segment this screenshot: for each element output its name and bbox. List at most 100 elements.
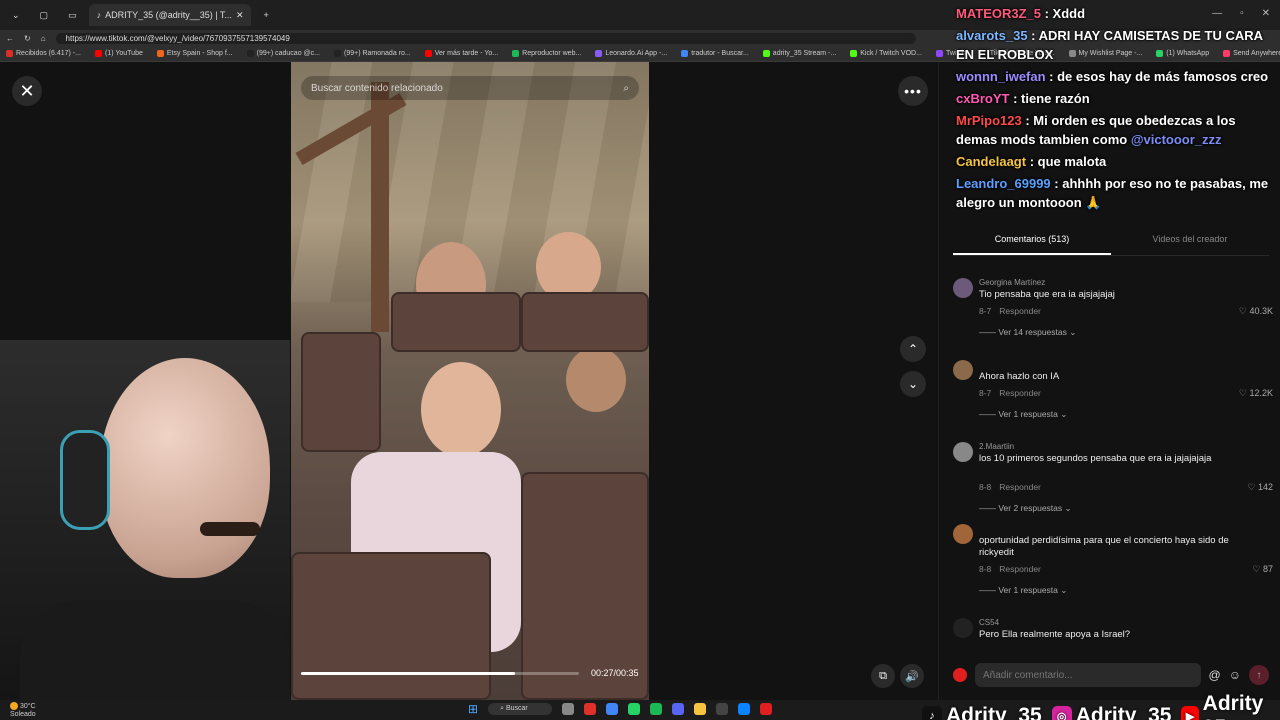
task-view-icon[interactable]	[561, 703, 574, 715]
whatsapp-icon[interactable]	[627, 703, 640, 715]
view-replies-button[interactable]: —— Ver 14 respuestas ⌄	[979, 327, 1076, 338]
chat-message: Candelaagt : que malota	[956, 152, 1278, 171]
bookmark-item[interactable]: Recibidos (6.417) -...	[6, 50, 81, 57]
more-options-button[interactable]: •••	[898, 76, 928, 106]
bookmark-label: Etsy Spain - Shop f...	[166, 50, 233, 57]
url-field[interactable]: https://www.tiktok.com/@velxyy_/video/76…	[55, 32, 916, 44]
tab-creator-videos[interactable]: Videos del creador	[1111, 234, 1269, 255]
taskbar-apps: ⊞ ⌕ Buscar	[468, 702, 772, 716]
bookmark-item[interactable]: Etsy Spain - Shop f...	[156, 50, 233, 57]
tab-inactive[interactable]: ▭	[60, 4, 85, 26]
home-icon[interactable]: ⌂	[41, 34, 46, 43]
view-replies-button[interactable]: —— Ver 1 respuesta ⌄	[979, 409, 1067, 420]
chat-message: MrPipo123 : Mi orden es que obedezcas a …	[956, 111, 1278, 149]
reply-button[interactable]: Responder	[999, 564, 1041, 574]
chrome-icon[interactable]	[605, 703, 618, 715]
bookmark-item[interactable]: Kick / Twitch VOD...	[850, 50, 922, 57]
view-replies-button[interactable]: —— Ver 1 respuesta ⌄	[979, 585, 1067, 596]
like-count: 87	[1262, 564, 1273, 574]
bookmark-item[interactable]: Ver más tarde - Yo...	[424, 50, 498, 57]
bookmark-favicon-icon	[94, 50, 102, 57]
bookmark-label: tradutor - Buscar...	[691, 50, 749, 57]
discord-icon[interactable]	[671, 703, 684, 715]
folder-icon[interactable]	[693, 703, 706, 715]
bookmark-item[interactable]: Reproductor web...	[512, 50, 581, 57]
commenter-name[interactable]: 2.Maartiin	[979, 442, 1014, 451]
edge-icon[interactable]	[737, 703, 750, 715]
app-icon[interactable]	[715, 703, 728, 715]
commenter-avatar[interactable]	[953, 360, 973, 380]
taskbar-search-label: Buscar	[505, 705, 528, 712]
mention-icon[interactable]: @	[1209, 668, 1221, 682]
bookmark-item[interactable]: (99+) caducao @c...	[246, 50, 320, 57]
opera-icon[interactable]	[583, 703, 596, 715]
tab-active[interactable]: ♪ ADRITY_35 (@adrity__35) | T... ✕	[88, 4, 252, 26]
weather-widget[interactable]: 30°C Soleado	[10, 702, 36, 719]
taskbar-search[interactable]: ⌕ Buscar	[488, 703, 552, 715]
bookmark-item[interactable]: adrity_35 Stream -...	[762, 50, 837, 57]
volume-button[interactable]: 🔊	[900, 664, 924, 688]
heart-icon[interactable]: ♡	[1247, 482, 1258, 492]
comment-item: 2.Maartiin los 10 primeros segundos pensa…	[953, 442, 1273, 514]
comment-likes[interactable]: ♡ 87	[1252, 564, 1273, 575]
related-search-bar[interactable]: Buscar contenido relacionado ⌕	[301, 76, 639, 100]
next-video-button[interactable]: ⌄	[900, 371, 926, 397]
windows-start-icon[interactable]: ⊞	[468, 702, 478, 716]
tab-comments[interactable]: Comentarios (513)	[953, 234, 1111, 255]
bookmark-favicon-icon	[246, 50, 254, 57]
bookmark-item[interactable]: (99+) Ramonada ro...	[333, 50, 411, 57]
search-icon[interactable]: ⌕	[623, 83, 629, 94]
comment-likes[interactable]: ♡ 142	[1247, 482, 1273, 493]
commenter-name[interactable]: Georgina Martínez	[979, 278, 1045, 287]
bookmark-label: adrity_35 Stream -...	[772, 50, 837, 57]
stream-socials-overlay: ♪Adrity_35◎Adrity_35▶Adrity 35	[922, 692, 1280, 720]
tab-list-button[interactable]: ⌄	[4, 4, 28, 26]
send-comment-button[interactable]: ↑	[1249, 665, 1269, 685]
reload-icon[interactable]: ↻	[24, 34, 31, 43]
back-icon[interactable]: ←	[6, 34, 14, 43]
comment-meta: 8-8 Responder	[979, 564, 1041, 574]
commenter-avatar[interactable]	[953, 442, 973, 462]
heart-icon[interactable]: ♡	[1239, 388, 1250, 398]
chevron-down-icon: ⌄	[1069, 327, 1077, 337]
bookmark-item[interactable]: (1) YouTube	[94, 50, 143, 57]
comment-likes[interactable]: ♡ 12.2K	[1239, 388, 1273, 399]
reply-button[interactable]: Responder	[999, 482, 1041, 492]
emoji-icon[interactable]: ☺	[1229, 668, 1241, 682]
heart-icon[interactable]: ♡	[1239, 306, 1250, 316]
tab-title: ADRITY_35 (@adrity__35) | T...	[105, 10, 232, 20]
tab-close-icon[interactable]: ✕	[236, 10, 244, 21]
miniplayer-button[interactable]: ⧉	[871, 664, 895, 688]
reply-button[interactable]: Responder	[999, 306, 1041, 316]
comment-item: Georgina Martínez Tio pensaba que era ia …	[953, 278, 1273, 348]
app-icon[interactable]	[759, 703, 772, 715]
tab-overview-icon[interactable]: ▢	[32, 4, 57, 26]
social-handle: ◎ Adrity_35	[1051, 704, 1171, 720]
comment-likes[interactable]: ♡ 40.3K	[1239, 306, 1273, 317]
close-player-button[interactable]: ✕	[12, 76, 42, 106]
like-count: 142	[1257, 482, 1273, 492]
bookmark-label: Kick / Twitch VOD...	[860, 50, 922, 57]
chat-text: : que malota	[1026, 154, 1107, 169]
heart-icon[interactable]: ♡	[1252, 564, 1263, 574]
stream-chat-overlay: MATEOR3Z_5 : Xddd alvarots_35 : ADRI HAY …	[956, 4, 1278, 215]
commenter-name[interactable]: CS54	[979, 618, 999, 627]
previous-video-button[interactable]: ⌃	[900, 336, 926, 362]
spotify-icon[interactable]	[649, 703, 662, 715]
video-frame[interactable]: Buscar contenido relacionado ⌕ 00:27/00:…	[291, 62, 649, 700]
comment-text: Ahora hazlo con IA	[979, 371, 1060, 382]
chat-username: MrPipo123	[956, 113, 1022, 128]
reply-button[interactable]: Responder	[999, 388, 1041, 398]
commenter-avatar[interactable]	[953, 278, 973, 298]
view-replies-button[interactable]: —— Ver 2 respuestas ⌄	[979, 503, 1072, 514]
new-tab-button[interactable]: +	[255, 4, 276, 26]
commenter-avatar[interactable]	[953, 618, 973, 638]
coaster-seat	[391, 292, 521, 352]
bookmark-item[interactable]: tradutor - Buscar...	[681, 50, 749, 57]
video-progress-bar[interactable]	[301, 672, 579, 675]
bookmark-item[interactable]: Leonardo.Ai App -...	[595, 50, 667, 57]
comment-item: oportunidad perdidísima para que el conc…	[953, 524, 1273, 596]
coaster-seat	[301, 332, 381, 452]
comment-input[interactable]	[975, 663, 1201, 687]
commenter-avatar[interactable]	[953, 524, 973, 544]
